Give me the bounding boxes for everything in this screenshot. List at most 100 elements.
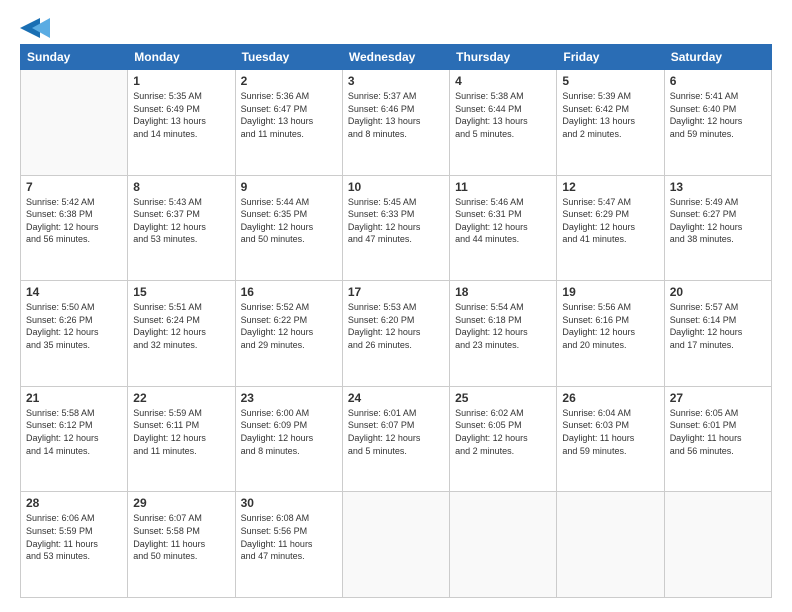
calendar-cell: 12 Sunrise: 5:47 AM Sunset: 6:29 PM Dayli… — [557, 175, 664, 281]
calendar-cell: 17 Sunrise: 5:53 AM Sunset: 6:20 PM Dayli… — [342, 281, 449, 387]
day-info: Sunrise: 6:04 AM Sunset: 6:03 PM Dayligh… — [562, 407, 658, 457]
day-number: 3 — [348, 74, 444, 88]
calendar-cell — [557, 492, 664, 598]
day-number: 2 — [241, 74, 337, 88]
day-info: Sunrise: 5:35 AM Sunset: 6:49 PM Dayligh… — [133, 90, 229, 140]
day-info: Sunrise: 5:36 AM Sunset: 6:47 PM Dayligh… — [241, 90, 337, 140]
day-number: 10 — [348, 180, 444, 194]
calendar-cell: 15 Sunrise: 5:51 AM Sunset: 6:24 PM Dayli… — [128, 281, 235, 387]
calendar-header-wednesday: Wednesday — [342, 45, 449, 70]
calendar-header-row: SundayMondayTuesdayWednesdayThursdayFrid… — [21, 45, 772, 70]
calendar-cell: 16Sunrise: 5:52 AM Sunset: 6:22 PM Dayli… — [235, 281, 342, 387]
day-info: Sunrise: 5:54 AM Sunset: 6:18 PM Dayligh… — [455, 301, 551, 351]
calendar-cell: 9Sunrise: 5:44 AM Sunset: 6:35 PM Daylig… — [235, 175, 342, 281]
calendar-cell: 25 Sunrise: 6:02 AM Sunset: 6:05 PM Dayli… — [450, 386, 557, 492]
calendar-cell: 1 Sunrise: 5:35 AM Sunset: 6:49 PM Daylig… — [128, 70, 235, 176]
calendar-cell: 21Sunrise: 5:58 AM Sunset: 6:12 PM Dayli… — [21, 386, 128, 492]
day-number: 30 — [241, 496, 337, 510]
day-number: 11 — [455, 180, 551, 194]
day-info: Sunrise: 5:47 AM Sunset: 6:29 PM Dayligh… — [562, 196, 658, 246]
calendar-header-tuesday: Tuesday — [235, 45, 342, 70]
calendar-cell: 10 Sunrise: 5:45 AM Sunset: 6:33 PM Dayli… — [342, 175, 449, 281]
logo — [20, 18, 50, 34]
calendar-cell — [342, 492, 449, 598]
logo-icon — [20, 18, 50, 38]
day-info: Sunrise: 5:41 AM Sunset: 6:40 PM Dayligh… — [670, 90, 766, 140]
day-number: 18 — [455, 285, 551, 299]
day-info: Sunrise: 5:44 AM Sunset: 6:35 PM Dayligh… — [241, 196, 337, 246]
calendar-header-thursday: Thursday — [450, 45, 557, 70]
day-info: Sunrise: 6:00 AM Sunset: 6:09 PM Dayligh… — [241, 407, 337, 457]
day-number: 29 — [133, 496, 229, 510]
day-info: Sunrise: 5:50 AM Sunset: 6:26 PM Dayligh… — [26, 301, 122, 351]
header — [20, 18, 772, 34]
calendar-cell: 2 Sunrise: 5:36 AM Sunset: 6:47 PM Daylig… — [235, 70, 342, 176]
calendar-cell: 11 Sunrise: 5:46 AM Sunset: 6:31 PM Dayli… — [450, 175, 557, 281]
day-info: Sunrise: 5:57 AM Sunset: 6:14 PM Dayligh… — [670, 301, 766, 351]
day-number: 22 — [133, 391, 229, 405]
calendar-cell: 30 Sunrise: 6:08 AM Sunset: 5:56 PM Dayli… — [235, 492, 342, 598]
calendar-cell: 19 Sunrise: 5:56 AM Sunset: 6:16 PM Dayli… — [557, 281, 664, 387]
calendar-week-4: 28 Sunrise: 6:06 AM Sunset: 5:59 PM Dayli… — [21, 492, 772, 598]
day-number: 28 — [26, 496, 122, 510]
calendar-cell: 18 Sunrise: 5:54 AM Sunset: 6:18 PM Dayli… — [450, 281, 557, 387]
calendar-header-sunday: Sunday — [21, 45, 128, 70]
day-info: Sunrise: 5:49 AM Sunset: 6:27 PM Dayligh… — [670, 196, 766, 246]
calendar-cell: 20 Sunrise: 5:57 AM Sunset: 6:14 PM Dayli… — [664, 281, 771, 387]
day-info: Sunrise: 5:56 AM Sunset: 6:16 PM Dayligh… — [562, 301, 658, 351]
day-info: Sunrise: 5:53 AM Sunset: 6:20 PM Dayligh… — [348, 301, 444, 351]
day-info: Sunrise: 6:07 AM Sunset: 5:58 PM Dayligh… — [133, 512, 229, 562]
day-number: 26 — [562, 391, 658, 405]
calendar-header-friday: Friday — [557, 45, 664, 70]
day-number: 23 — [241, 391, 337, 405]
day-number: 20 — [670, 285, 766, 299]
day-info: Sunrise: 5:45 AM Sunset: 6:33 PM Dayligh… — [348, 196, 444, 246]
day-info: Sunrise: 5:52 AM Sunset: 6:22 PM Dayligh… — [241, 301, 337, 351]
day-number: 17 — [348, 285, 444, 299]
day-info: Sunrise: 6:02 AM Sunset: 6:05 PM Dayligh… — [455, 407, 551, 457]
calendar-week-3: 21Sunrise: 5:58 AM Sunset: 6:12 PM Dayli… — [21, 386, 772, 492]
day-number: 4 — [455, 74, 551, 88]
calendar-cell: 6Sunrise: 5:41 AM Sunset: 6:40 PM Daylig… — [664, 70, 771, 176]
day-number: 1 — [133, 74, 229, 88]
calendar-table: SundayMondayTuesdayWednesdayThursdayFrid… — [20, 44, 772, 598]
day-info: Sunrise: 5:39 AM Sunset: 6:42 PM Dayligh… — [562, 90, 658, 140]
calendar-cell: 8Sunrise: 5:43 AM Sunset: 6:37 PM Daylig… — [128, 175, 235, 281]
calendar-cell: 22 Sunrise: 5:59 AM Sunset: 6:11 PM Dayli… — [128, 386, 235, 492]
calendar-week-0: 1 Sunrise: 5:35 AM Sunset: 6:49 PM Daylig… — [21, 70, 772, 176]
calendar-cell: 7Sunrise: 5:42 AM Sunset: 6:38 PM Daylig… — [21, 175, 128, 281]
day-info: Sunrise: 5:59 AM Sunset: 6:11 PM Dayligh… — [133, 407, 229, 457]
calendar-cell: 13Sunrise: 5:49 AM Sunset: 6:27 PM Dayli… — [664, 175, 771, 281]
calendar-cell: 14 Sunrise: 5:50 AM Sunset: 6:26 PM Dayli… — [21, 281, 128, 387]
calendar-header-monday: Monday — [128, 45, 235, 70]
day-info: Sunrise: 5:51 AM Sunset: 6:24 PM Dayligh… — [133, 301, 229, 351]
day-info: Sunrise: 5:42 AM Sunset: 6:38 PM Dayligh… — [26, 196, 122, 246]
calendar-week-1: 7Sunrise: 5:42 AM Sunset: 6:38 PM Daylig… — [21, 175, 772, 281]
calendar-cell: 27 Sunrise: 6:05 AM Sunset: 6:01 PM Dayli… — [664, 386, 771, 492]
day-info: Sunrise: 6:08 AM Sunset: 5:56 PM Dayligh… — [241, 512, 337, 562]
day-info: Sunrise: 5:46 AM Sunset: 6:31 PM Dayligh… — [455, 196, 551, 246]
calendar-cell: 26 Sunrise: 6:04 AM Sunset: 6:03 PM Dayli… — [557, 386, 664, 492]
day-info: Sunrise: 6:05 AM Sunset: 6:01 PM Dayligh… — [670, 407, 766, 457]
day-info: Sunrise: 5:43 AM Sunset: 6:37 PM Dayligh… — [133, 196, 229, 246]
calendar-cell — [21, 70, 128, 176]
day-info: Sunrise: 5:38 AM Sunset: 6:44 PM Dayligh… — [455, 90, 551, 140]
day-number: 15 — [133, 285, 229, 299]
calendar-cell — [450, 492, 557, 598]
calendar-week-2: 14 Sunrise: 5:50 AM Sunset: 6:26 PM Dayli… — [21, 281, 772, 387]
calendar-header-saturday: Saturday — [664, 45, 771, 70]
page: SundayMondayTuesdayWednesdayThursdayFrid… — [0, 0, 792, 612]
day-number: 14 — [26, 285, 122, 299]
day-number: 27 — [670, 391, 766, 405]
calendar-cell — [664, 492, 771, 598]
day-info: Sunrise: 5:58 AM Sunset: 6:12 PM Dayligh… — [26, 407, 122, 457]
day-number: 24 — [348, 391, 444, 405]
day-number: 25 — [455, 391, 551, 405]
calendar-cell: 5Sunrise: 5:39 AM Sunset: 6:42 PM Daylig… — [557, 70, 664, 176]
day-number: 19 — [562, 285, 658, 299]
day-number: 12 — [562, 180, 658, 194]
calendar-cell: 4 Sunrise: 5:38 AM Sunset: 6:44 PM Daylig… — [450, 70, 557, 176]
calendar-cell: 28 Sunrise: 6:06 AM Sunset: 5:59 PM Dayli… — [21, 492, 128, 598]
calendar-cell: 29 Sunrise: 6:07 AM Sunset: 5:58 PM Dayli… — [128, 492, 235, 598]
day-info: Sunrise: 6:06 AM Sunset: 5:59 PM Dayligh… — [26, 512, 122, 562]
